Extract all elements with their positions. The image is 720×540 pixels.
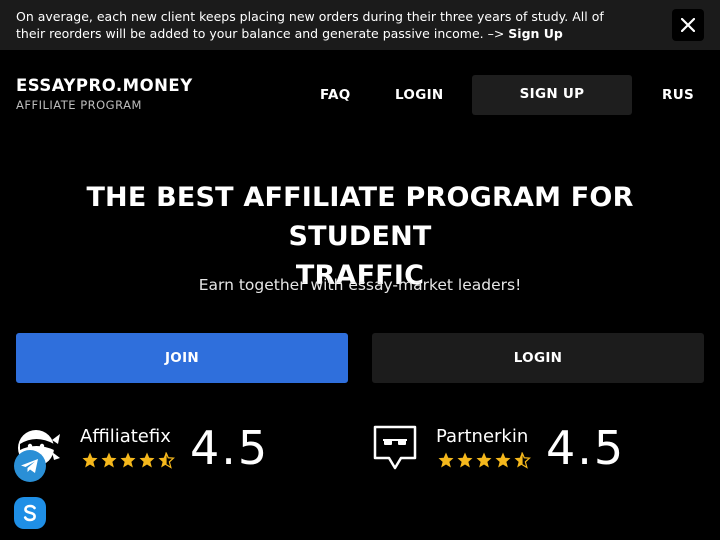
skype-icon [23,504,36,522]
star-icon [457,452,473,468]
rating-score: 4.5 [546,421,626,475]
half-star-icon [514,452,531,469]
hero-subtitle: Earn together with essay-market leaders! [198,276,522,294]
close-icon [681,18,695,32]
rating-score: 4.5 [190,421,270,475]
notification-banner: On average, each new client keeps placin… [0,0,720,50]
banner-close-button[interactable] [672,9,704,41]
telegram-icon [21,459,38,473]
nav-signup-button[interactable]: SIGN UP [472,75,632,115]
star-icon [438,452,454,468]
logo-subtitle: AFFILIATE PROGRAM [16,98,142,112]
skype-button[interactable] [14,497,46,529]
star-icon [82,452,98,468]
rating-stars [81,451,175,471]
star-icon [101,452,117,468]
nav-faq[interactable]: FAQ [320,87,351,103]
rating-stars [437,451,531,471]
half-star-icon [158,452,175,469]
telegram-button[interactable] [14,450,46,482]
join-button[interactable]: JOIN [16,333,348,383]
login-button[interactable]: LOGIN [372,333,704,383]
nav-login[interactable]: LOGIN [395,87,444,103]
star-icon [476,452,492,468]
language-switch[interactable]: RUS [662,87,694,103]
partnerkin-logo-icon [373,425,417,470]
rating-name: Partnerkin [436,426,529,447]
star-icon [139,452,155,468]
star-icon [495,452,511,468]
banner-signup-link[interactable]: Sign Up [508,26,563,41]
rating-name: Affiliatefix [80,426,171,447]
hero-title-line-1: THE BEST AFFILIATE PROGRAM FOR STUDENT [86,182,634,252]
logo[interactable]: ESSAYPRO.MONEY [16,76,193,95]
star-icon [120,452,136,468]
banner-message: On average, each new client keeps placin… [16,8,636,42]
